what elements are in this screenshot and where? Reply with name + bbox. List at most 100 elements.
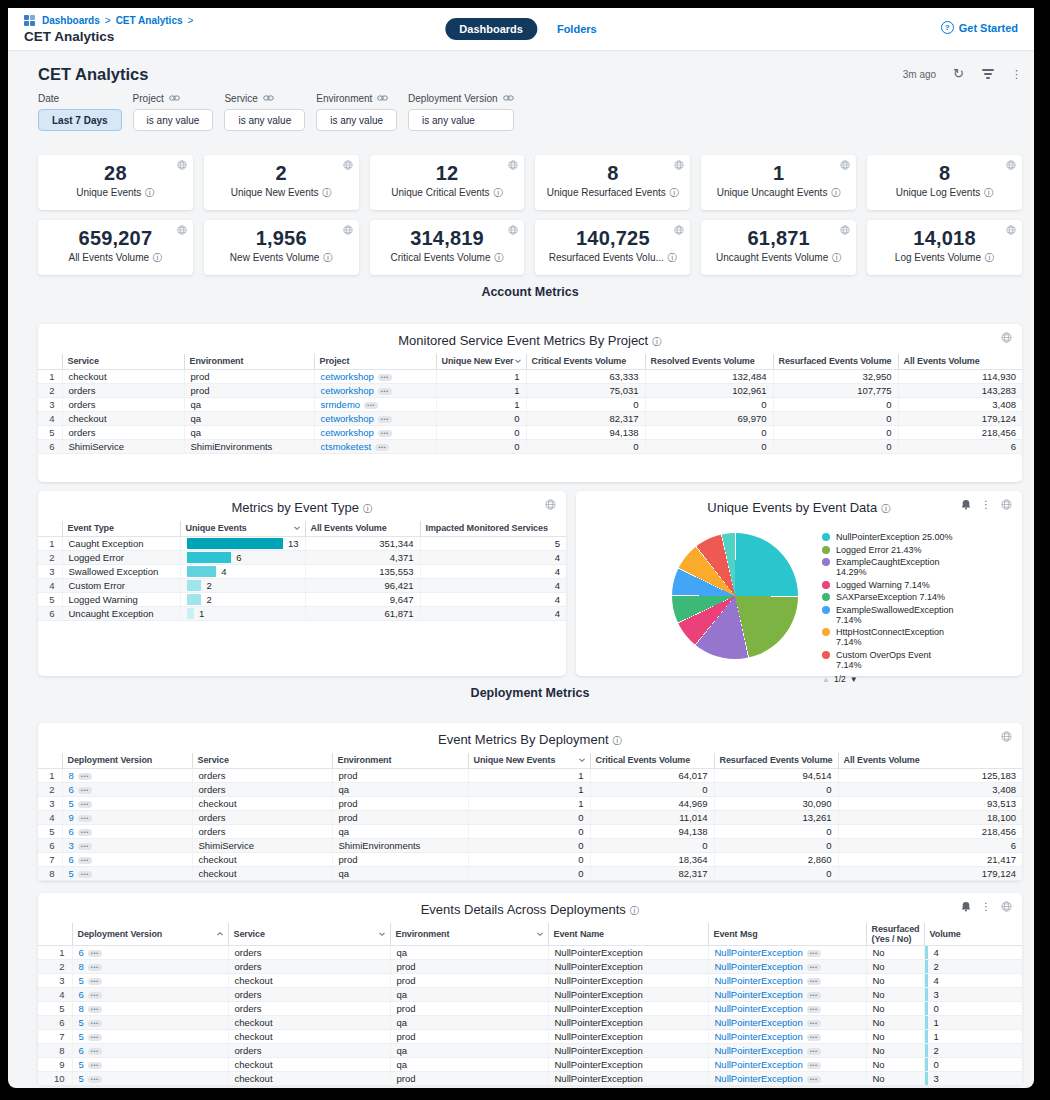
cell-deployment-version[interactable]: 6 ••• xyxy=(62,782,192,796)
info-icon[interactable]: ⓘ xyxy=(831,187,841,198)
cell-event-msg[interactable]: NullPointerException••• xyxy=(708,1071,866,1085)
cell-event-msg[interactable]: NullPointerException ••• xyxy=(708,945,866,959)
deployment-version-link[interactable]: 6 xyxy=(79,1045,84,1056)
filter-value-button[interactable]: is any value xyxy=(133,109,214,131)
column-header-unique-new-events[interactable]: Unique New Ever xyxy=(436,354,526,369)
globe-icon[interactable] xyxy=(545,499,556,510)
event-msg-link[interactable]: NullPointerException xyxy=(715,1073,803,1084)
cell-deployment-version[interactable]: 6••• xyxy=(62,852,192,866)
refresh-icon[interactable]: ↻ xyxy=(953,69,964,79)
cell-deployment-version[interactable]: 8••• xyxy=(72,959,228,973)
event-msg-link[interactable]: NullPointerException xyxy=(715,947,803,958)
more-badge[interactable]: ••• xyxy=(78,871,92,878)
pie-chart[interactable] xyxy=(672,533,798,659)
project-link[interactable]: srmdemo xyxy=(321,399,361,410)
cell-event-msg[interactable]: NullPointerException••• xyxy=(708,1057,866,1071)
globe-icon[interactable] xyxy=(508,160,518,170)
more-badge[interactable]: ••• xyxy=(78,857,92,864)
cell-deployment-version[interactable]: 9••• xyxy=(62,810,192,824)
info-icon[interactable]: ⓘ xyxy=(630,905,640,916)
column-header-environment[interactable]: Environment xyxy=(332,753,468,768)
more-badge[interactable]: ••• xyxy=(807,978,821,985)
column-header-environment[interactable]: Environment xyxy=(184,354,314,369)
bell-icon[interactable] xyxy=(961,901,971,912)
info-icon[interactable]: ⓘ xyxy=(832,252,842,263)
deployment-version-link[interactable]: 5 xyxy=(69,798,74,809)
event-msg-link[interactable]: NullPointerException xyxy=(715,1045,803,1056)
more-badge[interactable]: ••• xyxy=(807,950,821,957)
column-header-event-msg[interactable]: Event Msg xyxy=(708,923,866,945)
project-link[interactable]: cetworkshop xyxy=(321,413,374,424)
cell-event-msg[interactable]: NullPointerException••• xyxy=(708,1043,866,1057)
deployment-version-link[interactable]: 5 xyxy=(79,975,84,986)
deployment-version-link[interactable]: 6 xyxy=(79,989,84,1000)
more-badge[interactable]: ••• xyxy=(88,1048,102,1055)
more-badge[interactable]: ••• xyxy=(378,416,392,423)
cell-deployment-version[interactable]: 5••• xyxy=(62,866,192,880)
filter-value-button[interactable]: Last 7 Days xyxy=(38,109,122,131)
cell-event-msg[interactable]: NullPointerException••• xyxy=(708,1015,866,1029)
info-icon[interactable]: ⓘ xyxy=(613,735,623,746)
more-badge[interactable]: ••• xyxy=(78,801,92,808)
column-header-critical-events-volume[interactable]: Critical Events Volume xyxy=(526,354,645,369)
more-badge[interactable]: ••• xyxy=(375,444,389,451)
more-badge[interactable]: ••• xyxy=(807,1062,821,1069)
cell-project[interactable]: ctsmoketest••• xyxy=(314,439,436,453)
more-badge[interactable]: ••• xyxy=(378,374,392,381)
legend-item[interactable]: ExampleCaughtException 14.29% xyxy=(822,557,956,577)
globe-icon[interactable] xyxy=(1006,160,1016,170)
cell-deployment-version[interactable]: 8 ••• xyxy=(62,768,192,782)
more-badge[interactable]: ••• xyxy=(88,1076,102,1083)
more-badge[interactable]: ••• xyxy=(78,773,92,780)
deployment-version-link[interactable]: 5 xyxy=(79,1059,84,1070)
more-badge[interactable]: ••• xyxy=(88,964,102,971)
cell-deployment-version[interactable]: 5••• xyxy=(72,973,228,987)
cell-project[interactable]: cetworkshop ••• xyxy=(314,411,436,425)
more-badge[interactable]: ••• xyxy=(378,388,392,395)
deployment-version-link[interactable]: 8 xyxy=(69,770,74,781)
more-badge[interactable]: ••• xyxy=(807,964,821,971)
info-icon[interactable]: ⓘ xyxy=(322,187,332,198)
cell-deployment-version[interactable]: 5••• xyxy=(72,1015,228,1029)
cell-deployment-version[interactable]: 6••• xyxy=(72,945,228,959)
more-badge[interactable]: ••• xyxy=(78,843,92,850)
globe-icon[interactable] xyxy=(1001,731,1012,742)
more-badge[interactable]: ••• xyxy=(807,1034,821,1041)
info-icon[interactable]: ⓘ xyxy=(363,503,373,514)
cell-event-msg[interactable]: NullPointerException••• xyxy=(708,987,866,1001)
globe-icon[interactable] xyxy=(840,225,850,235)
more-badge[interactable]: ••• xyxy=(807,1020,821,1027)
info-icon[interactable]: ⓘ xyxy=(670,187,680,198)
event-msg-link[interactable]: NullPointerException xyxy=(715,1031,803,1042)
globe-icon[interactable] xyxy=(840,160,850,170)
more-badge[interactable]: ••• xyxy=(88,1034,102,1041)
breadcrumb-cet-analytics[interactable]: CET Analytics xyxy=(116,15,183,26)
more-badge[interactable]: ••• xyxy=(78,815,92,822)
info-icon[interactable]: ⓘ xyxy=(668,252,678,263)
column-header-event-type[interactable]: Event Type xyxy=(62,521,180,536)
cell-project[interactable]: cetworkshop••• xyxy=(314,425,436,439)
deployment-version-link[interactable]: 6 xyxy=(69,784,74,795)
project-link[interactable]: cetworkshop xyxy=(321,427,374,438)
column-header-all-events-volume[interactable]: All Events Volume xyxy=(898,354,1022,369)
cell-event-msg[interactable]: NullPointerException••• xyxy=(708,973,866,987)
more-badge[interactable]: ••• xyxy=(88,1006,102,1013)
globe-icon[interactable] xyxy=(343,225,353,235)
project-link[interactable]: cetworkshop xyxy=(321,371,374,382)
info-icon[interactable]: ⓘ xyxy=(323,252,333,263)
globe-icon[interactable] xyxy=(1006,225,1016,235)
column-header-service[interactable]: Service xyxy=(228,923,390,945)
more-badge[interactable]: ••• xyxy=(807,992,821,999)
globe-icon[interactable] xyxy=(1001,499,1012,510)
cell-deployment-version[interactable]: 5••• xyxy=(72,1071,228,1085)
kebab-menu-icon[interactable]: ⋮ xyxy=(1011,68,1022,81)
more-badge[interactable]: ••• xyxy=(88,1062,102,1069)
column-header-all-events-volume[interactable]: All Events Volume xyxy=(305,521,420,536)
globe-icon[interactable] xyxy=(177,225,187,235)
deployment-version-link[interactable]: 6 xyxy=(69,826,74,837)
globe-icon[interactable] xyxy=(674,225,684,235)
info-icon[interactable]: ⓘ xyxy=(985,252,995,263)
cell-deployment-version[interactable]: 6••• xyxy=(62,824,192,838)
more-badge[interactable]: ••• xyxy=(78,787,92,794)
deployment-version-link[interactable]: 3 xyxy=(69,840,74,851)
